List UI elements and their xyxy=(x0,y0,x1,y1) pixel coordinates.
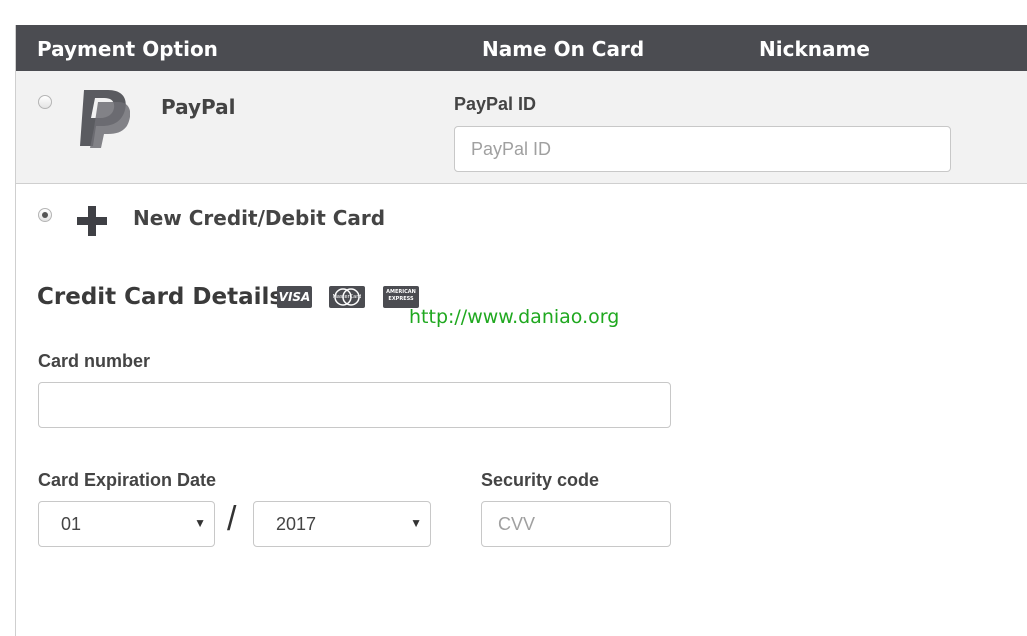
card-number-label: Card number xyxy=(38,351,151,371)
new-card-radio[interactable] xyxy=(38,208,52,222)
paypal-radio[interactable] xyxy=(38,95,52,109)
paypal-option-row[interactable]: PayPal PayPal ID xyxy=(16,71,1027,184)
new-card-option-label[interactable]: New Credit/Debit Card xyxy=(133,206,385,230)
mastercard-text: MasterCard xyxy=(332,294,362,300)
payment-table-header: Payment Option Name On Card Nickname xyxy=(16,25,1027,71)
paypal-id-label: PayPal ID xyxy=(454,94,537,114)
header-name-on-card: Name On Card xyxy=(482,37,645,61)
paypal-id-input[interactable] xyxy=(454,126,951,172)
exp-month-select[interactable]: 01 ▼ xyxy=(38,501,215,547)
cvv-input[interactable] xyxy=(481,501,671,547)
chevron-down-icon: ▼ xyxy=(194,516,206,530)
plus-icon xyxy=(76,205,108,237)
payment-options-panel: Payment Option Name On Card Nickname Pay… xyxy=(15,25,1027,636)
expiration-separator: / xyxy=(227,500,237,538)
exp-year-value: 2017 xyxy=(276,514,317,534)
header-payment-option: Payment Option xyxy=(37,37,218,61)
watermark-url: http://www.daniao.org xyxy=(409,306,620,328)
card-number-input[interactable] xyxy=(38,382,671,428)
chevron-down-icon: ▼ xyxy=(410,516,422,530)
header-nickname: Nickname xyxy=(759,37,870,61)
paypal-option-label: PayPal xyxy=(161,95,236,119)
paypal-logo-icon xyxy=(78,88,131,148)
credit-card-details-title: Credit Card Details xyxy=(37,284,284,310)
security-code-label: Security code xyxy=(481,470,600,490)
amex-icon: AMERICAN EXPRESS xyxy=(383,286,419,308)
mastercard-icon: MasterCard xyxy=(329,286,365,308)
expiration-label: Card Expiration Date xyxy=(38,470,217,490)
exp-year-select[interactable]: 2017 ▼ xyxy=(253,501,431,547)
exp-month-value: 01 xyxy=(61,514,82,534)
visa-icon: VISA xyxy=(277,286,312,308)
